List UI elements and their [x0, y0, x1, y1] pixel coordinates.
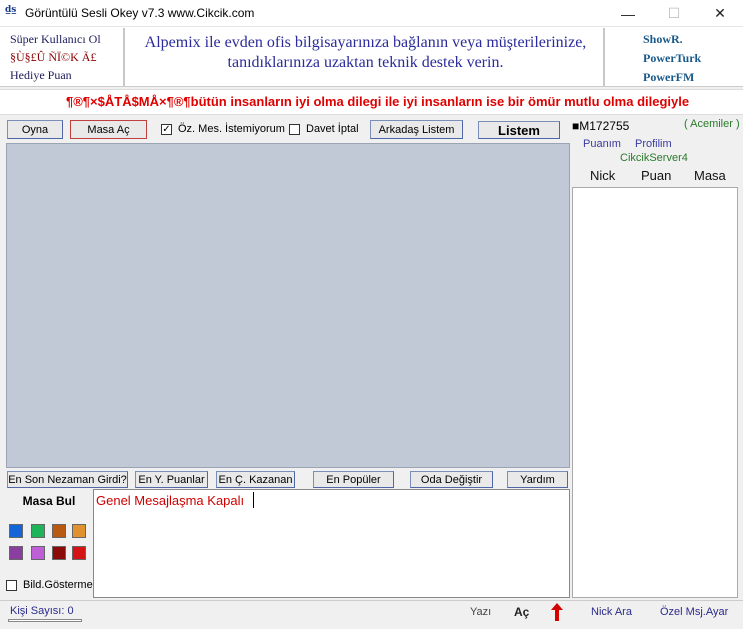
nick-link[interactable]: §Ù§£Û ÑÏ©K Ã£: [10, 48, 101, 66]
help-button[interactable]: Yardım: [507, 471, 568, 488]
app-icon: d̲s̲: [5, 5, 17, 15]
invite-cancel-label: Davet İptal: [306, 123, 359, 135]
minimize-button[interactable]: —: [605, 0, 651, 27]
column-nick[interactable]: Nick: [590, 168, 615, 183]
checkbox-box[interactable]: [6, 579, 17, 591]
arrow-up-icon[interactable]: [551, 603, 563, 624]
ad-banner-text[interactable]: Alpemix ile evden ofis bilgisayarınıza b…: [128, 33, 603, 73]
color-swatch[interactable]: [52, 546, 66, 560]
column-points[interactable]: Puan: [641, 168, 671, 183]
top-points-button[interactable]: En Y. Puanlar: [135, 471, 208, 488]
color-swatch[interactable]: [9, 546, 23, 560]
radio-links: ShowR. PowerTurk PowerFM: [643, 30, 701, 87]
people-count: Kişi Sayısı: 0: [10, 605, 74, 617]
radio-powerfm-link[interactable]: PowerFM: [643, 68, 701, 87]
super-user-link[interactable]: Süper Kullanıcı Ol: [10, 30, 101, 48]
my-list-button[interactable]: Listem: [478, 121, 560, 139]
top-winner-button[interactable]: En Ç. Kazanan: [216, 471, 295, 488]
column-table[interactable]: Masa: [694, 168, 726, 183]
rank-label: ( Acemiler ): [684, 118, 740, 130]
game-area[interactable]: [6, 143, 570, 468]
nick-search-button[interactable]: Nick Ara: [591, 606, 632, 618]
color-swatch[interactable]: [9, 524, 23, 538]
gift-points-link[interactable]: Hediye Puan: [10, 66, 101, 84]
color-swatch[interactable]: [72, 546, 86, 560]
text-style-label[interactable]: Yazı: [470, 606, 491, 618]
radio-showr-link[interactable]: ShowR.: [643, 30, 701, 49]
bild-label: Bild.Gösterme: [23, 579, 93, 591]
text-caret: [253, 492, 254, 508]
color-swatch[interactable]: [31, 524, 45, 538]
close-button[interactable]: ✕: [697, 0, 743, 27]
friend-list-button[interactable]: Arkadaş Listem: [370, 120, 463, 139]
open-button[interactable]: Aç: [514, 605, 529, 619]
people-count-bar: [8, 619, 82, 622]
most-popular-button[interactable]: En Popüler: [313, 471, 394, 488]
color-swatch[interactable]: [72, 524, 86, 538]
play-button[interactable]: Oyna: [7, 120, 63, 139]
private-msg-label: Öz. Mes. İstemiyorum: [178, 123, 285, 135]
private-msg-checkbox[interactable]: ✓ Öz. Mes. İstemiyorum: [161, 123, 285, 135]
find-table-button[interactable]: Masa Bul: [6, 490, 92, 512]
bild-checkbox[interactable]: Bild.Gösterme: [6, 579, 93, 591]
marquee-text: ¶®¶×$ÅTÅ$MÅ×¶®¶bütün insanların iyi olma…: [66, 94, 690, 109]
my-profile-link[interactable]: Profilim: [635, 138, 672, 150]
private-msg-settings-button[interactable]: Özel Msj.Ayar: [660, 606, 728, 618]
server-label: CikcikServer4: [620, 152, 688, 164]
banner-divider: [123, 28, 125, 86]
current-user: ■M172755: [572, 119, 630, 133]
color-swatch[interactable]: [31, 546, 45, 560]
last-seen-button[interactable]: En Son Nezaman Girdi?: [7, 471, 128, 488]
user-list[interactable]: [572, 187, 738, 598]
checkbox-box[interactable]: ✓: [161, 123, 172, 135]
chat-message: Genel Mesajlaşma Kapalı: [96, 493, 245, 508]
checkbox-box[interactable]: [289, 123, 300, 135]
radio-powerturk-link[interactable]: PowerTurk: [643, 49, 701, 68]
color-swatch[interactable]: [52, 524, 66, 538]
window-title: Görüntülü Sesli Okey v7.3 www.Cikcik.com: [25, 6, 255, 20]
invite-cancel-checkbox[interactable]: Davet İptal: [289, 123, 359, 135]
banner-divider: [603, 28, 605, 86]
my-points-link[interactable]: Puanım: [583, 138, 621, 150]
marquee-bar: ¶®¶×$ÅTÅ$MÅ×¶®¶bütün insanların iyi olma…: [0, 89, 743, 115]
open-table-button[interactable]: Masa Aç: [70, 120, 147, 139]
account-links: Süper Kullanıcı Ol §Ù§£Û ÑÏ©K Ã£ Hediye …: [10, 30, 101, 84]
maximize-button[interactable]: ☐: [651, 0, 697, 27]
change-room-button[interactable]: Oda Değiştir: [410, 471, 493, 488]
